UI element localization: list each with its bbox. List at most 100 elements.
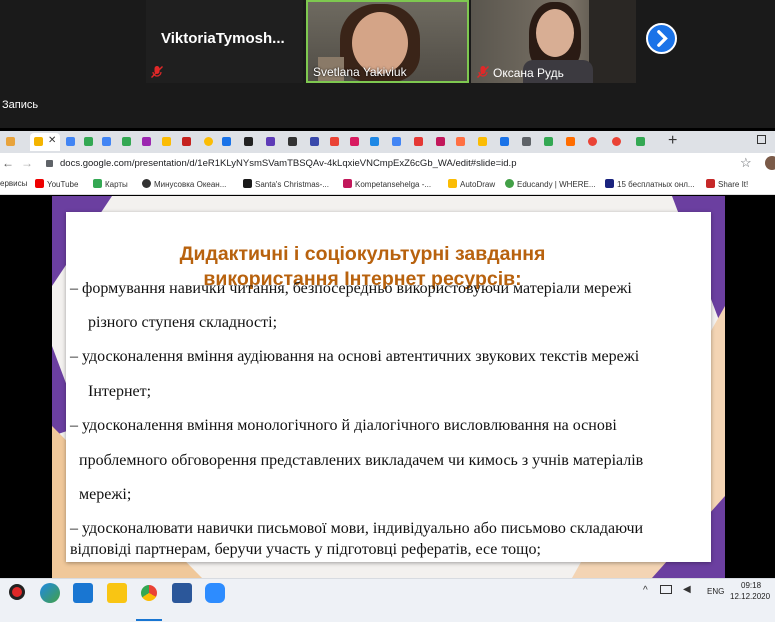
nr-icon: [605, 179, 614, 188]
slide-text-line: мережі;: [79, 486, 132, 503]
bookmark-item[interactable]: ервисы: [0, 179, 27, 188]
participant-name: Svetlana Yakiviuk: [313, 65, 407, 79]
participant-tile-active[interactable]: Svetlana Yakiviuk: [306, 0, 469, 83]
youtube-icon: [35, 179, 44, 188]
bookmark-item[interactable]: Карты: [93, 179, 128, 189]
bookmarks-bar: ервисы YouTube Карты Минусовка Океан... …: [0, 175, 775, 195]
browser-tab[interactable]: [200, 133, 217, 151]
maps-icon: [93, 179, 102, 188]
browser-tab[interactable]: [496, 133, 513, 151]
browser-tab-active[interactable]: ✕: [30, 133, 60, 151]
bookmark-item[interactable]: Kompetansehelga -...: [343, 179, 431, 189]
recording-label: Запись: [2, 99, 39, 111]
participant-name: Оксана Рудь: [493, 66, 564, 80]
slide-text-line: різного ступеня складності;: [88, 314, 278, 331]
slide-text-line: – удосконалення вміння монологічного й д…: [70, 417, 617, 434]
browser-tab[interactable]: [540, 133, 557, 151]
participant-tile[interactable]: ViktoriaTymosh...: [146, 0, 303, 83]
clock-date[interactable]: 12.12.2020: [730, 592, 770, 601]
presentation-slide: Дидактичні і соціокультурні завдання вик…: [52, 196, 725, 578]
bookmark-item[interactable]: Santa's Christmas-...: [243, 179, 329, 189]
autodraw-icon: [448, 179, 457, 188]
browser-tab[interactable]: [284, 133, 301, 151]
chrome-icon[interactable]: [139, 583, 159, 603]
browser-tab[interactable]: [138, 133, 155, 151]
close-icon[interactable]: ✕: [48, 135, 56, 146]
browser-tab[interactable]: [366, 133, 383, 151]
slide-text-line: відповіді партнерам, беручи участь у під…: [70, 541, 541, 558]
browser-tab[interactable]: [432, 133, 449, 151]
bookmark-star-icon[interactable]: ☆: [740, 155, 752, 171]
browser-tab[interactable]: [218, 133, 235, 151]
slide-content-card: Дидактичні і соціокультурні завдання вик…: [66, 212, 711, 562]
browser-tab[interactable]: [118, 133, 135, 151]
zoom-icon[interactable]: [205, 583, 225, 603]
bookmark-item[interactable]: YouTube: [35, 179, 78, 189]
browser-tab[interactable]: [2, 133, 19, 151]
slide-text-line: проблемного обговорення представлених ви…: [79, 452, 644, 469]
chevron-up-icon[interactable]: ^: [643, 585, 648, 596]
santa-icon: [243, 179, 252, 188]
browser-tab[interactable]: [518, 133, 535, 151]
browser-tab[interactable]: [584, 133, 601, 151]
browser-tab[interactable]: [452, 133, 469, 151]
browser-tab[interactable]: [98, 133, 115, 151]
slide-text-line: – удосконалення вміння аудіювання на осн…: [70, 348, 640, 365]
maximize-icon[interactable]: [757, 135, 766, 144]
browser-tab-bar: ✕ +: [0, 131, 775, 153]
bookmark-item[interactable]: Минусовка Океан...: [142, 179, 226, 189]
bookmark-item[interactable]: Share It!: [706, 179, 748, 189]
chevron-right-icon: [657, 30, 668, 47]
mail-icon[interactable]: [73, 583, 93, 603]
browser-tab[interactable]: [410, 133, 427, 151]
participant-name: ViktoriaTymosh...: [161, 30, 285, 47]
url-text[interactable]: docs.google.com/presentation/d/1eR1KLyNY…: [60, 158, 516, 169]
browser-tab[interactable]: [388, 133, 405, 151]
browser-tab[interactable]: [632, 133, 649, 151]
mic-muted-icon: [151, 66, 163, 78]
new-tab-icon[interactable]: +: [668, 132, 677, 150]
edge-icon[interactable]: [40, 583, 60, 603]
browser-tab[interactable]: [306, 133, 323, 151]
address-bar: ← → docs.google.com/presentation/d/1eR1K…: [0, 153, 775, 175]
participant-tile[interactable]: Оксана Рудь: [471, 0, 636, 83]
network-icon[interactable]: [660, 585, 672, 594]
browser-tab[interactable]: [474, 133, 491, 151]
browser-tab[interactable]: [326, 133, 343, 151]
slide-text-line: – удосконалювати навички письмової мови,…: [70, 520, 644, 537]
browser-tab[interactable]: [240, 133, 257, 151]
windows-taskbar: ^ ◀ ENG 09:18 12.12.2020: [0, 578, 775, 622]
slide-canvas-area: Дидактичні і соціокультурні завдання вик…: [0, 196, 775, 578]
browser-tab[interactable]: [262, 133, 279, 151]
volume-icon[interactable]: ◀: [683, 584, 691, 595]
music-icon: [142, 179, 151, 188]
browser-tab[interactable]: [608, 133, 625, 151]
slide-text-line: – формування навички читання, безпосеред…: [70, 280, 632, 297]
browser-tab[interactable]: [158, 133, 175, 151]
mic-muted-icon: [477, 66, 489, 78]
clock-time[interactable]: 09:18: [741, 581, 761, 590]
file-explorer-icon[interactable]: [107, 583, 127, 603]
slide-text-line: Інтернет;: [88, 383, 152, 400]
browser-tab[interactable]: [178, 133, 195, 151]
profile-avatar[interactable]: [765, 156, 775, 170]
bookmark-item[interactable]: 15 бесплатных онл...: [605, 179, 695, 189]
browser-tab[interactable]: [80, 133, 97, 151]
educandy-icon: [505, 179, 514, 188]
language-indicator[interactable]: ENG: [707, 587, 724, 596]
back-icon[interactable]: ←: [2, 156, 14, 170]
record-icon[interactable]: [9, 584, 25, 600]
kompetanse-icon: [343, 179, 352, 188]
lock-icon: [46, 160, 53, 167]
browser-tab[interactable]: [62, 133, 79, 151]
chrome-active-indicator: [136, 619, 162, 621]
bookmark-item[interactable]: AutoDraw: [448, 179, 495, 189]
share-icon: [706, 179, 715, 188]
word-icon[interactable]: [172, 583, 192, 603]
next-page-button[interactable]: [646, 23, 677, 54]
bookmark-item[interactable]: Educandy | WHERE...: [505, 179, 596, 189]
slide-title-line: Дидактичні і соціокультурні завдання: [179, 243, 546, 265]
forward-icon[interactable]: →: [21, 156, 33, 170]
browser-tab[interactable]: [346, 133, 363, 151]
browser-tab[interactable]: [562, 133, 579, 151]
